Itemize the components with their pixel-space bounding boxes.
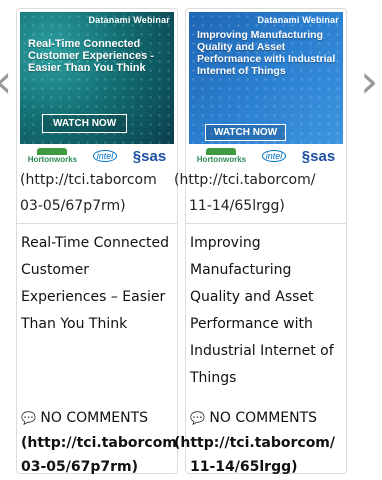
- watch-now-button[interactable]: WATCH NOW: [42, 114, 128, 133]
- intel-logo: intel: [92, 150, 118, 162]
- article-link-url[interactable]: (http://tci.taborcom/: [174, 430, 335, 456]
- image-link-url-cont[interactable]: 11-14/65lrgg): [189, 195, 285, 217]
- banner-brand: Datanami Webinar: [257, 15, 339, 25]
- intel-logo: intel: [261, 150, 287, 162]
- comments-label: NO COMMENTS: [40, 410, 149, 426]
- image-link-url[interactable]: (http://tci.taborcom: [20, 169, 157, 191]
- article-card: Datanami Webinar Real-Time Connected Cus…: [16, 8, 178, 475]
- banner-title: Real-Time Connected Customer Experiences…: [28, 38, 154, 74]
- carousel-next-arrow-icon[interactable]: ›: [360, 58, 378, 104]
- card-body: Improving Manufacturing Quality and Asse…: [174, 223, 346, 475]
- banner-title: Improving Manufacturing Quality and Asse…: [197, 29, 336, 77]
- comment-icon: 💬: [21, 411, 36, 425]
- webinar-banner-image[interactable]: Datanami Webinar Real-Time Connected Cus…: [20, 12, 174, 144]
- card-top: Datanami Webinar Improving Manufacturing…: [174, 9, 346, 221]
- sas-logo: §sas: [301, 147, 336, 165]
- comments-link[interactable]: 💬 NO COMMENTS: [21, 410, 148, 426]
- article-link-url-cont[interactable]: 03-05/67p7rm): [21, 454, 138, 480]
- sponsor-logos: Hortonworks intel §sas: [20, 145, 174, 167]
- article-link-url[interactable]: (http://tci.taborcom: [21, 430, 177, 456]
- article-card: Datanami Webinar Improving Manufacturing…: [174, 8, 347, 475]
- hortonworks-logo: Hortonworks: [197, 148, 246, 164]
- article-link-url-cont[interactable]: 11-14/65lrgg): [190, 454, 298, 480]
- card-top: Datanami Webinar Real-Time Connected Cus…: [17, 9, 177, 221]
- banner-brand: Datanami Webinar: [88, 15, 170, 25]
- sponsor-logos: Hortonworks intel §sas: [189, 145, 343, 167]
- image-link-url[interactable]: (http://tci.taborcom/: [174, 169, 315, 191]
- comments-link[interactable]: 💬 NO COMMENTS: [190, 410, 317, 426]
- article-title-link[interactable]: Improving Manufacturing Quality and Asse…: [190, 230, 342, 392]
- image-link-url-cont[interactable]: 03-05/67p7rm): [20, 195, 126, 217]
- hortonworks-logo: Hortonworks: [28, 148, 77, 164]
- watch-now-button[interactable]: WATCH NOW: [205, 124, 287, 141]
- comment-icon: 💬: [190, 411, 205, 425]
- article-title-link[interactable]: Real-Time Connected Customer Experiences…: [21, 230, 173, 338]
- carousel-prev-arrow-icon[interactable]: ‹: [0, 58, 12, 104]
- sas-logo: §sas: [132, 147, 167, 165]
- webinar-banner-image[interactable]: Datanami Webinar Improving Manufacturing…: [189, 12, 343, 144]
- comments-label: NO COMMENTS: [209, 410, 318, 426]
- card-body: Real-Time Connected Customer Experiences…: [17, 223, 177, 475]
